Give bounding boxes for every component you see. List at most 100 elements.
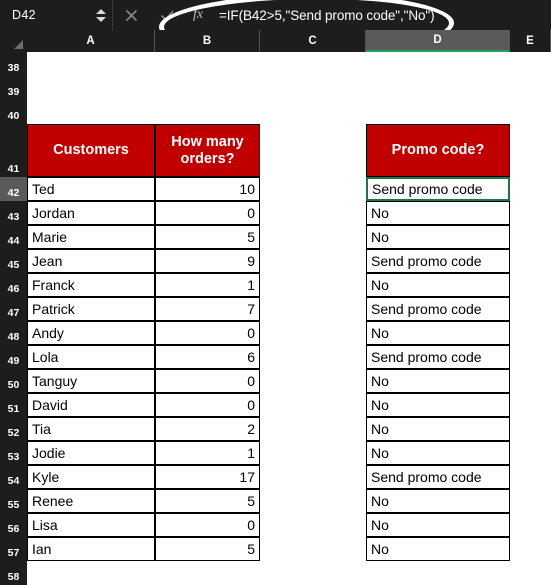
- cell-a58[interactable]: [27, 561, 155, 585]
- cell-b55[interactable]: 5: [155, 489, 260, 513]
- row-header-38[interactable]: 38: [0, 52, 27, 76]
- cell-b54[interactable]: 17: [155, 465, 260, 489]
- cell-c52[interactable]: [260, 417, 366, 441]
- cell-e45[interactable]: [510, 249, 551, 273]
- row-header-53[interactable]: 53: [0, 441, 27, 465]
- cell-d57[interactable]: No: [366, 537, 510, 561]
- table-row[interactable]: 49 Lola 6 Send promo code: [0, 345, 551, 369]
- cell-c50[interactable]: [260, 369, 366, 393]
- table-row[interactable]: 51 David 0 No: [0, 393, 551, 417]
- spreadsheet-grid[interactable]: 38 39 40 41 Customers How many orders? P…: [0, 52, 551, 585]
- cell-d39[interactable]: [366, 76, 510, 100]
- row-header-46[interactable]: 46: [0, 273, 27, 297]
- table-row[interactable]: 58: [0, 561, 551, 585]
- row-header-42[interactable]: 42: [0, 177, 27, 201]
- table-row[interactable]: 54 Kyle 17 Send promo code: [0, 465, 551, 489]
- formula-input[interactable]: =IF(B42>5,"Send promo code","No"): [211, 0, 551, 30]
- column-header-b[interactable]: B: [155, 30, 260, 52]
- select-all-corner[interactable]: [0, 30, 27, 52]
- confirm-formula-button[interactable]: [149, 0, 185, 30]
- cell-b40[interactable]: [155, 100, 260, 124]
- cell-d40[interactable]: [366, 100, 510, 124]
- table-row[interactable]: 43 Jordan 0 No: [0, 201, 551, 225]
- cell-a43[interactable]: Jordan: [27, 201, 155, 225]
- cell-d54[interactable]: Send promo code: [366, 465, 510, 489]
- cell-e54[interactable]: [510, 465, 551, 489]
- cell-d48[interactable]: No: [366, 321, 510, 345]
- row-header-55[interactable]: 55: [0, 489, 27, 513]
- column-header-d[interactable]: D: [366, 30, 510, 52]
- cell-c51[interactable]: [260, 393, 366, 417]
- table-row[interactable]: 56 Lisa 0 No: [0, 513, 551, 537]
- row-header-56[interactable]: 56: [0, 513, 27, 537]
- column-header-c[interactable]: C: [260, 30, 366, 52]
- row-header-43[interactable]: 43: [0, 201, 27, 225]
- chevron-down-icon[interactable]: [96, 16, 106, 22]
- row-header-47[interactable]: 47: [0, 297, 27, 321]
- row-header-52[interactable]: 52: [0, 417, 27, 441]
- header-cell-promo-code[interactable]: Promo code?: [366, 124, 510, 177]
- cell-d38[interactable]: [366, 52, 510, 76]
- cell-a57[interactable]: Ian: [27, 537, 155, 561]
- cell-d44[interactable]: No: [366, 225, 510, 249]
- cell-e57[interactable]: [510, 537, 551, 561]
- cell-a50[interactable]: Tanguy: [27, 369, 155, 393]
- cell-e52[interactable]: [510, 417, 551, 441]
- cell-a44[interactable]: Marie: [27, 225, 155, 249]
- row-header-44[interactable]: 44: [0, 225, 27, 249]
- name-box[interactable]: D42: [0, 0, 90, 30]
- cell-c38[interactable]: [260, 52, 366, 76]
- cell-b52[interactable]: 2: [155, 417, 260, 441]
- cell-e47[interactable]: [510, 297, 551, 321]
- cell-b39[interactable]: [155, 76, 260, 100]
- cell-b47[interactable]: 7: [155, 297, 260, 321]
- cell-c56[interactable]: [260, 513, 366, 537]
- cell-d46[interactable]: No: [366, 273, 510, 297]
- cell-c39[interactable]: [260, 76, 366, 100]
- cell-b53[interactable]: 1: [155, 441, 260, 465]
- row-header-39[interactable]: 39: [0, 76, 27, 100]
- table-row[interactable]: 50 Tanguy 0 No: [0, 369, 551, 393]
- cell-d58[interactable]: [366, 561, 510, 585]
- cell-c53[interactable]: [260, 441, 366, 465]
- cell-c57[interactable]: [260, 537, 366, 561]
- table-row[interactable]: 47 Patrick 7 Send promo code: [0, 297, 551, 321]
- cell-b57[interactable]: 5: [155, 537, 260, 561]
- cell-a46[interactable]: Franck: [27, 273, 155, 297]
- cell-a47[interactable]: Patrick: [27, 297, 155, 321]
- cell-b51[interactable]: 0: [155, 393, 260, 417]
- table-row[interactable]: 52 Tia 2 No: [0, 417, 551, 441]
- table-header-row[interactable]: 41 Customers How many orders? Promo code…: [0, 124, 551, 177]
- cell-e39[interactable]: [510, 76, 551, 100]
- cell-e38[interactable]: [510, 52, 551, 76]
- cell-d56[interactable]: No: [366, 513, 510, 537]
- cell-c43[interactable]: [260, 201, 366, 225]
- header-cell-orders[interactable]: How many orders?: [155, 124, 260, 177]
- cell-e55[interactable]: [510, 489, 551, 513]
- table-row[interactable]: 55 Renee 5 No: [0, 489, 551, 513]
- table-row[interactable]: 44 Marie 5 No: [0, 225, 551, 249]
- column-header-a[interactable]: A: [27, 30, 155, 52]
- row-header-40[interactable]: 40: [0, 100, 27, 124]
- cell-e58[interactable]: [510, 561, 551, 585]
- column-header-e[interactable]: E: [510, 30, 551, 52]
- row-header-54[interactable]: 54: [0, 465, 27, 489]
- table-row[interactable]: 45 Jean 9 Send promo code: [0, 249, 551, 273]
- cell-a56[interactable]: Lisa: [27, 513, 155, 537]
- table-row[interactable]: 48 Andy 0 No: [0, 321, 551, 345]
- cell-d53[interactable]: No: [366, 441, 510, 465]
- row-header-41[interactable]: 41: [0, 124, 27, 177]
- cell-c46[interactable]: [260, 273, 366, 297]
- cell-e42[interactable]: [510, 177, 551, 201]
- cell-a40[interactable]: [27, 100, 155, 124]
- row-header-57[interactable]: 57: [0, 537, 27, 561]
- cell-d42[interactable]: Send promo code: [366, 177, 510, 201]
- table-row[interactable]: 38: [0, 52, 551, 76]
- row-header-58[interactable]: 58: [0, 561, 27, 585]
- cell-b46[interactable]: 1: [155, 273, 260, 297]
- cell-c58[interactable]: [260, 561, 366, 585]
- cell-b38[interactable]: [155, 52, 260, 76]
- table-row[interactable]: 46 Franck 1 No: [0, 273, 551, 297]
- cell-c49[interactable]: [260, 345, 366, 369]
- cell-e51[interactable]: [510, 393, 551, 417]
